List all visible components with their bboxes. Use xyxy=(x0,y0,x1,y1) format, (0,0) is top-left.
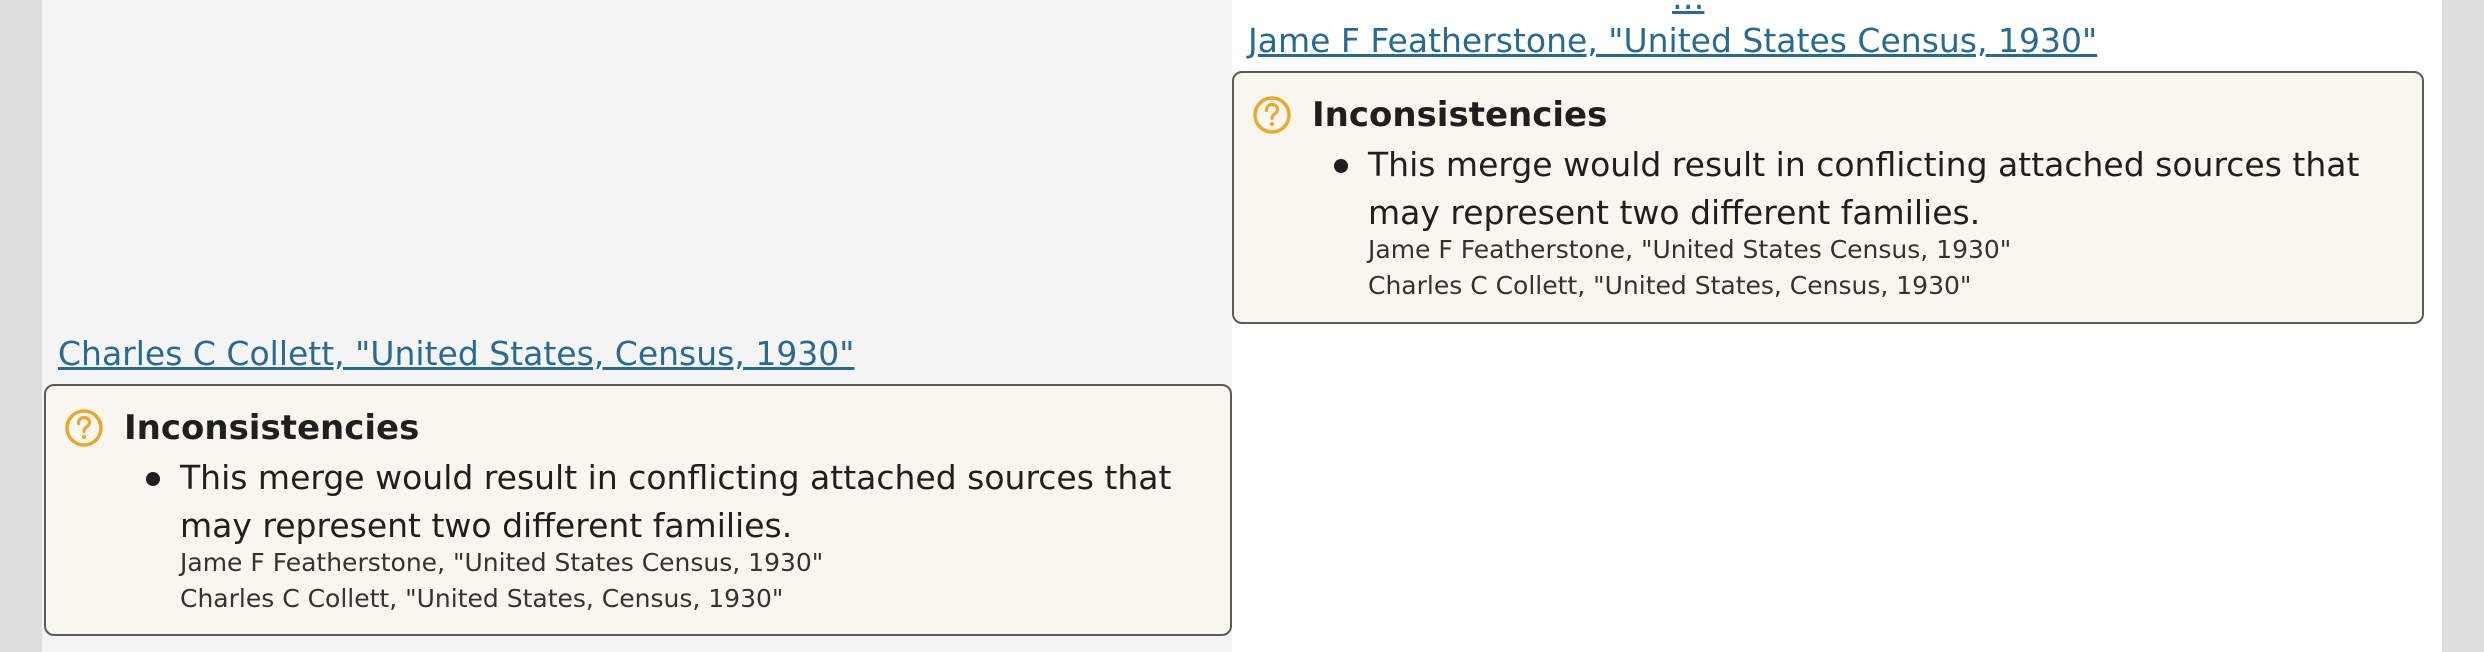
source-link-charles-collett[interactable]: Charles C Collett, "United States, Censu… xyxy=(58,334,854,373)
conflicting-source-2: Charles C Collett, "United States, Censu… xyxy=(1368,271,1972,300)
conflicting-source-1: Jame F Featherstone, "United States Cens… xyxy=(180,548,824,577)
conflicting-source-1: Jame F Featherstone, "United States Cens… xyxy=(1368,235,2012,264)
question-circle-icon xyxy=(65,409,103,447)
card-title: Inconsistencies xyxy=(1312,95,1608,135)
source-link-jame-featherstone[interactable]: Jame F Featherstone, "United States Cens… xyxy=(1248,21,2097,60)
bullet-point xyxy=(1334,159,1348,173)
inconsistency-message: This merge would result in conflicting a… xyxy=(1368,145,2360,232)
inconsistency-message: This merge would result in conflicting a… xyxy=(180,458,1172,545)
card-title: Inconsistencies xyxy=(124,408,420,448)
inconsistencies-card-left: Inconsistencies This merge would result … xyxy=(44,384,1232,636)
left-column: Charles C Collett, "United States, Censu… xyxy=(42,0,1232,652)
page: Charles C Collett, "United States, Censu… xyxy=(42,0,2442,652)
right-column: Jame F Featherstone, "United States Cens… xyxy=(1232,0,2442,652)
cut-off-link-text[interactable]: ... xyxy=(1672,0,1704,18)
conflicting-source-2: Charles C Collett, "United States, Censu… xyxy=(180,584,784,613)
inconsistencies-card-right: Inconsistencies This merge would result … xyxy=(1232,71,2424,324)
question-circle-icon xyxy=(1253,96,1291,134)
bullet-point xyxy=(146,472,160,486)
